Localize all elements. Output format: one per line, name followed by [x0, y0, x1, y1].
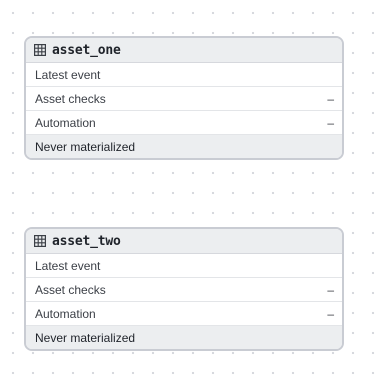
materialization-status: Never materialized	[26, 135, 342, 158]
asset-checks-row: Asset checks –	[26, 87, 342, 111]
asset-node-asset-two[interactable]: asset_two Latest event Asset checks – Au…	[24, 227, 344, 351]
asset-node-header[interactable]: asset_two	[26, 229, 342, 254]
row-value: –	[327, 306, 334, 321]
asset-checks-row: Asset checks –	[26, 278, 342, 302]
asset-node-header[interactable]: asset_one	[26, 38, 342, 63]
row-label: Latest event	[35, 67, 101, 82]
asset-name[interactable]: asset_two	[52, 234, 121, 249]
row-label: Asset checks	[35, 91, 106, 106]
latest-event-row: Latest event	[26, 254, 342, 278]
asset-name[interactable]: asset_one	[52, 43, 121, 58]
row-label: Automation	[35, 306, 96, 321]
asset-node-asset-one[interactable]: asset_one Latest event Asset checks – Au…	[24, 36, 344, 160]
materialization-status: Never materialized	[26, 326, 342, 349]
latest-event-row: Latest event	[26, 63, 342, 87]
row-label: Automation	[35, 115, 96, 130]
row-value: –	[327, 91, 334, 106]
table-icon	[34, 44, 46, 56]
automation-row: Automation –	[26, 111, 342, 135]
table-icon	[34, 235, 46, 247]
row-label: Asset checks	[35, 282, 106, 297]
row-value: –	[327, 115, 334, 130]
automation-row: Automation –	[26, 302, 342, 326]
row-label: Latest event	[35, 258, 101, 273]
row-value: –	[327, 282, 334, 297]
